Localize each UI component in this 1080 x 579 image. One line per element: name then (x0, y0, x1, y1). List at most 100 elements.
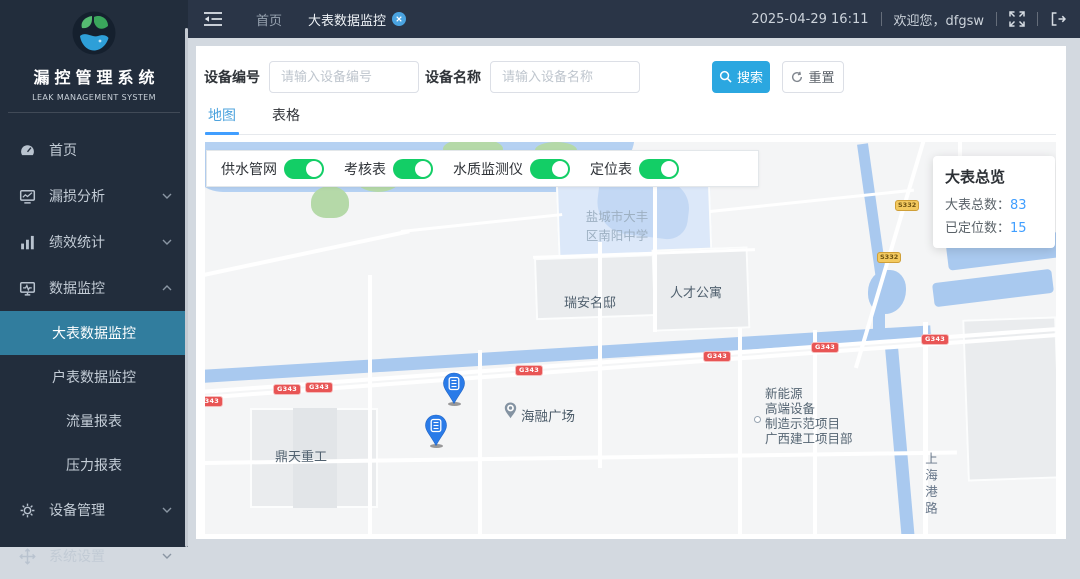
monitor-icon (19, 281, 36, 296)
road (368, 275, 372, 534)
toggle-label-water-quality: 水质监测仪 (453, 161, 523, 178)
device-name-input[interactable] (490, 60, 640, 93)
device-marker[interactable] (424, 414, 448, 451)
reset-button-label: 重置 (808, 70, 835, 85)
tab-map[interactable]: 地图 (205, 103, 239, 135)
tab-label: 地图 (208, 108, 236, 124)
submenu-label: 压力报表 (66, 458, 122, 474)
road (400, 213, 563, 233)
river (885, 346, 916, 534)
overview-row-total: 大表总数：83 (945, 198, 1027, 213)
divider (1037, 12, 1038, 26)
device-marker[interactable] (442, 372, 466, 409)
sidebar-item-home[interactable]: 首页 (0, 127, 188, 173)
app-subtitle: LEAK MANAGEMENT SYSTEM (32, 93, 156, 102)
place-label-dingtian: 鼎天重工 (275, 450, 328, 465)
close-icon[interactable] (392, 12, 407, 26)
sidebar-item-leak-analysis[interactable]: 漏损分析 (0, 173, 188, 219)
toggle-switch-location-meter[interactable] (639, 158, 679, 179)
app-title: 漏控管理系统 (33, 68, 160, 87)
poi-dot-icon (754, 416, 761, 423)
toggle-switch-water-quality[interactable] (530, 158, 570, 179)
submenu-label: 流量报表 (66, 414, 122, 430)
app-logo-icon (72, 11, 116, 55)
logout-button[interactable] (1050, 11, 1066, 27)
chevron-down-icon (162, 507, 172, 513)
tab-table[interactable]: 表格 (269, 103, 303, 134)
road-label-shanghai: 上海港路 (923, 452, 938, 518)
leak-analysis-icon (19, 189, 36, 204)
breadcrumb-tag-label: 大表数据监控 (308, 13, 387, 29)
welcome-text: 欢迎您，dfgsw (893, 13, 985, 29)
breadcrumb-tag-home[interactable]: 首页 (256, 10, 282, 29)
divider (996, 12, 997, 26)
sidebar-subitem-pressure-report[interactable]: 压力报表 (0, 443, 188, 487)
collapse-sidebar-button[interactable] (204, 12, 222, 26)
sidebar-item-label: 数据监控 (49, 281, 105, 297)
topbar-right: 2025-04-29 16:11 欢迎您，dfgsw (751, 10, 1066, 29)
divider (880, 12, 882, 26)
content-area: 设备编号 设备名称 搜索 重置 地图 表格 (188, 38, 1080, 547)
divider (8, 112, 180, 113)
toggle-switch-pipe-network[interactable] (284, 158, 324, 179)
gear-icon (20, 503, 35, 517)
logout-icon (1051, 12, 1066, 26)
road-badge-g343: G343 (703, 351, 732, 362)
sidebar-item-device-management[interactable]: 设备管理 (0, 487, 188, 533)
search-button-label: 搜索 (736, 70, 763, 85)
river (931, 268, 1055, 308)
road-badge-g343: G343 (515, 365, 544, 376)
device-number-label: 设备编号 (204, 69, 260, 86)
move-arrows-icon (19, 547, 36, 565)
overview-title: 大表总览 (945, 168, 1006, 186)
submenu-label: 大表数据监控 (52, 326, 136, 342)
search-button[interactable]: 搜索 (712, 60, 770, 93)
device-number-input[interactable] (269, 60, 419, 93)
poi-pin-icon (504, 402, 517, 423)
road-badge-s332: S332 (895, 200, 920, 211)
place-label-project: 新能源 高端设备 制造示范项目 广西建工项目部 (765, 386, 853, 446)
sidebar-item-system-settings[interactable]: 系统设置 (0, 533, 188, 579)
road-badge-g343: G343 (273, 384, 302, 395)
road-badge-g343: G343 (811, 342, 840, 353)
content-panel: 设备编号 设备名称 搜索 重置 地图 表格 (196, 46, 1066, 539)
sidebar-item-data-monitoring[interactable]: 数据监控 (0, 265, 188, 311)
map-canvas[interactable]: G343 G343 G343 G343 G343 G343 G343 S332 … (205, 142, 1056, 534)
reset-button[interactable]: 重置 (782, 60, 844, 93)
filter-row: 设备编号 设备名称 搜索 重置 (196, 46, 1066, 93)
sidebar-item-label: 首页 (49, 143, 77, 159)
sidebar-scrollbar[interactable] (185, 28, 188, 547)
bar-chart-icon (21, 235, 34, 249)
view-tabs: 地图 表格 (205, 103, 1056, 135)
device-name-label: 设备名称 (425, 69, 481, 86)
breadcrumb-tag-active[interactable]: 大表数据监控 (308, 10, 407, 29)
fullscreen-button[interactable] (1009, 11, 1025, 27)
sidebar-item-performance-stats[interactable]: 绩效统计 (0, 219, 188, 265)
chevron-down-icon (162, 553, 172, 559)
road-badge-g343: G343 (305, 382, 334, 393)
toggle-label-pipe-network: 供水管网 (221, 161, 277, 178)
sidebar-subitem-big-meter-monitoring[interactable]: 大表数据监控 (0, 311, 188, 355)
place-label-rencai: 人才公寓 (670, 286, 723, 301)
overview-row-located: 已定位数：15 (945, 221, 1027, 236)
refresh-icon (792, 71, 803, 82)
sidebar-subitem-household-meter-monitoring[interactable]: 户表数据监控 (0, 355, 188, 399)
sidebar-menu: 首页 漏损分析 绩效统计 数据监控 大表数据监控 户表数据监控 流量报表 压力报… (0, 127, 188, 579)
road (653, 176, 657, 332)
brand: 漏控管理系统 LEAK MANAGEMENT SYSTEM (0, 0, 188, 113)
toggle-switch-assessment-meter[interactable] (393, 158, 433, 179)
road-badge-g343: G343 (205, 396, 224, 407)
place-label-school: 盐城市大丰 区南阳中学 (585, 209, 649, 243)
tab-label: 表格 (272, 108, 300, 124)
fullscreen-icon (1009, 11, 1025, 27)
datetime-text: 2025-04-29 16:11 (751, 11, 869, 27)
green-area (311, 186, 349, 218)
dashboard-icon (21, 144, 34, 155)
sidebar-item-label: 漏损分析 (49, 189, 105, 205)
sidebar-subitem-flow-report[interactable]: 流量报表 (0, 399, 188, 443)
road (598, 242, 602, 468)
sidebar-item-label: 绩效统计 (49, 235, 105, 251)
sidebar: 漏控管理系统 LEAK MANAGEMENT SYSTEM 首页 漏损分析 绩效… (0, 0, 188, 565)
road (205, 229, 410, 278)
place-label-ruian: 瑞安名邸 (564, 296, 617, 311)
